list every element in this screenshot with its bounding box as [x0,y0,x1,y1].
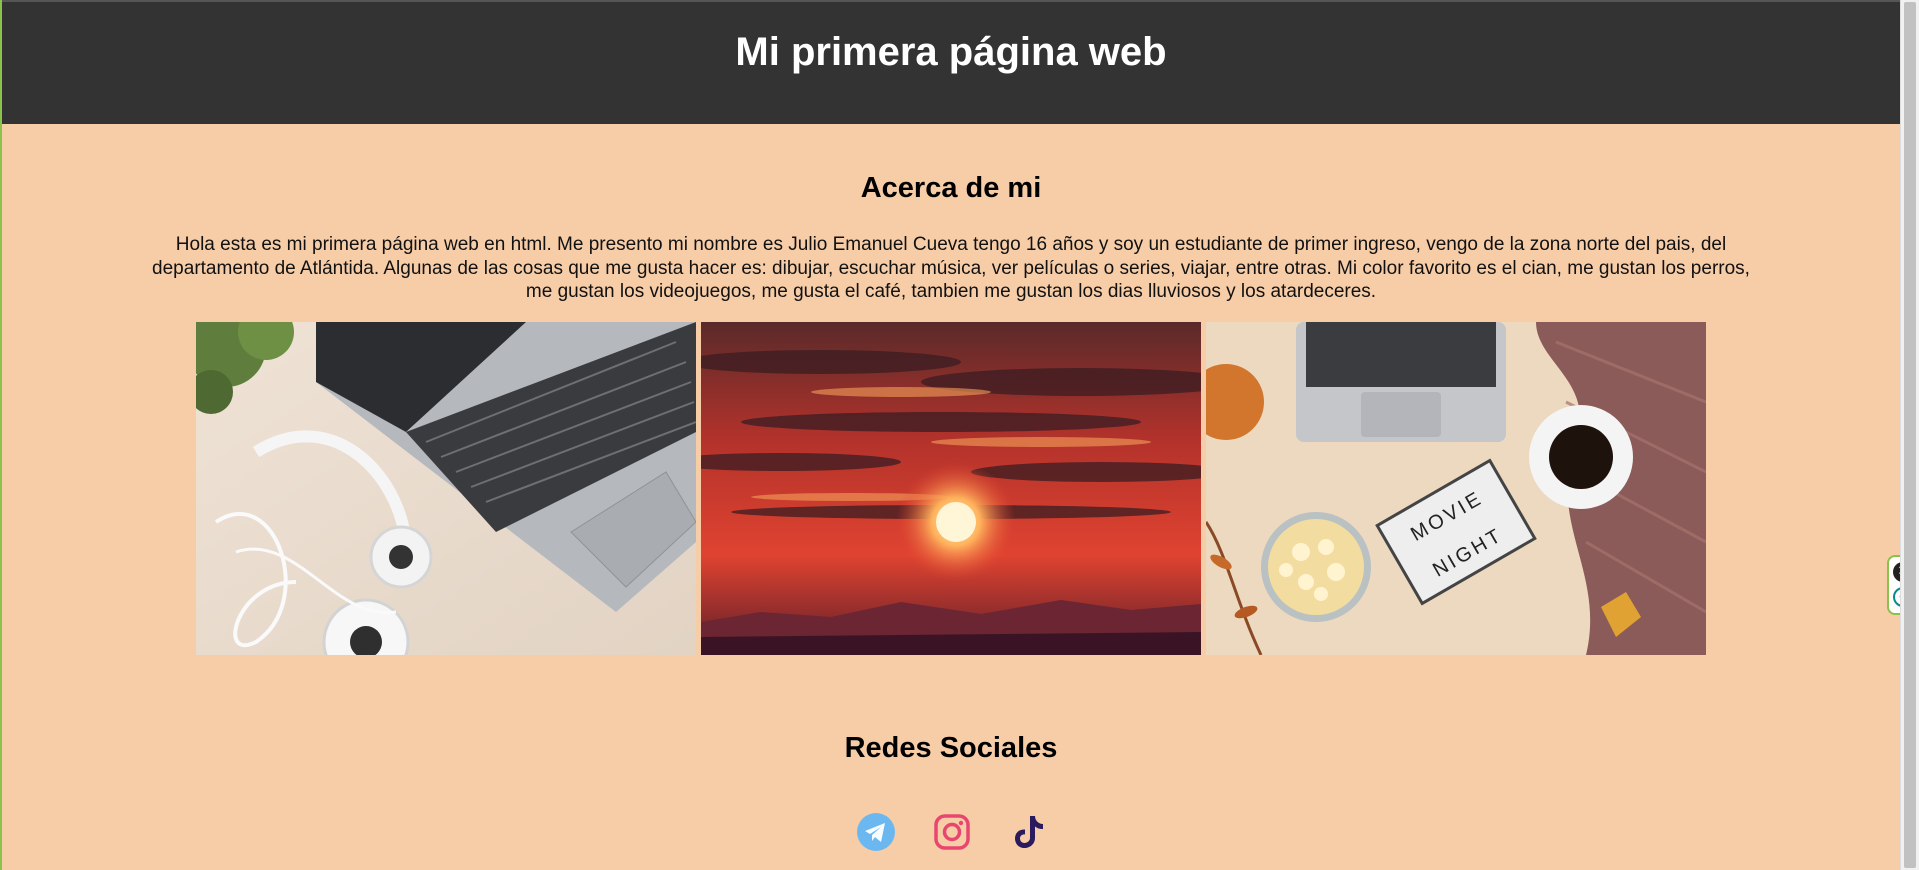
movie-night-photo: MOVIE NIGHT [1206,322,1706,655]
tiktok-link[interactable] [1009,813,1047,851]
instagram-link[interactable] [933,813,971,851]
laptop-headphones-photo [196,322,696,655]
scrollbar-thumb[interactable] [1904,2,1916,868]
telegram-link[interactable] [857,813,895,851]
about-heading: Acerca de mi [860,172,1042,204]
social-heading: Redes Sociales [844,732,1058,764]
instagram-icon [934,814,970,850]
vertical-scrollbar[interactable] [1900,0,1919,870]
about-paragraph: Hola esta es mi primera página web en ht… [152,234,1750,302]
photo-gallery: MOVIE NIGHT [196,322,1706,655]
tiktok-icon [1015,816,1043,848]
site-header: Mi primera página web [2,0,1900,124]
main-content: Acerca de mi Hola esta es mi primera pág… [2,124,1900,870]
sunset-photo [701,322,1201,655]
telegram-icon [857,813,895,851]
social-links [857,812,1047,852]
page-title: Mi primera página web [735,30,1167,74]
